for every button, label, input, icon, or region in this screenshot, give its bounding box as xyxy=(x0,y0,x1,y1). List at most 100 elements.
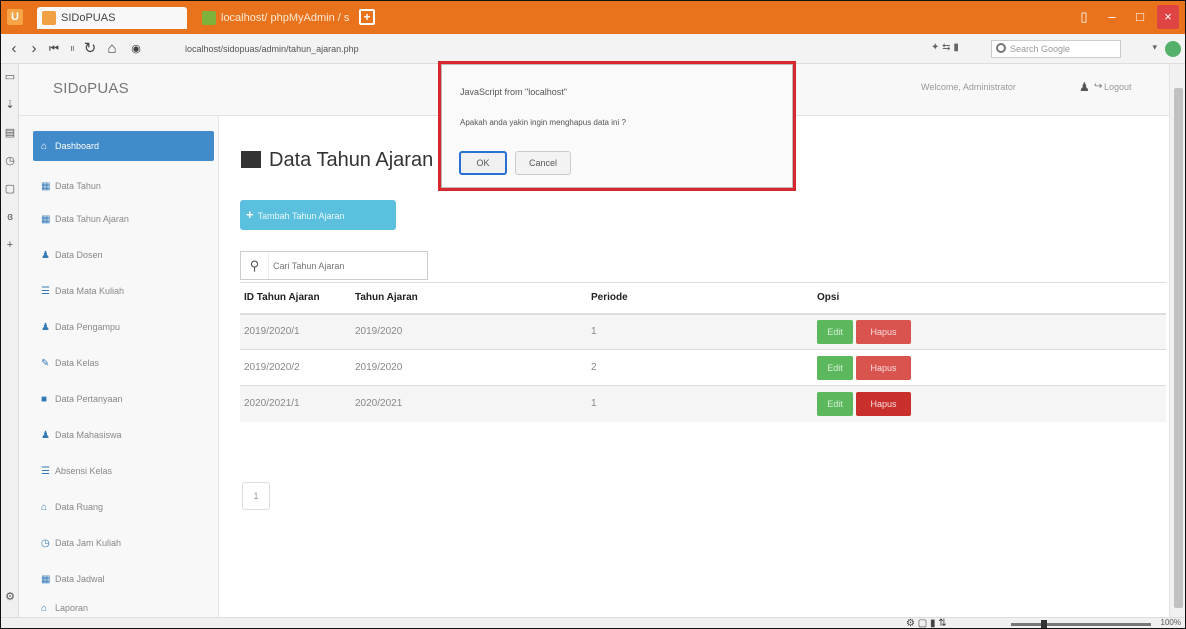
sidebar-item-data-mahasiswa[interactable]: ♟ Data Mahasiswa xyxy=(33,419,214,451)
address-actions[interactable]: ✦ ⇆ ▮ xyxy=(931,42,959,53)
minimize-button[interactable]: – xyxy=(1101,5,1123,29)
zoom-level: 100% xyxy=(1160,618,1181,627)
page-title: Data Tahun Ajaran xyxy=(241,149,433,172)
user-icon[interactable]: ♟ xyxy=(1079,80,1090,94)
pagination-page-1[interactable]: 1 xyxy=(242,482,270,510)
extension-icon[interactable] xyxy=(1165,41,1181,57)
search-icon xyxy=(996,43,1006,53)
add-panel-icon[interactable]: + xyxy=(4,238,16,252)
sidebar-item-label: Absensi Kelas xyxy=(55,466,113,476)
settings-icon[interactable]: ⚙ xyxy=(4,590,16,604)
web-panel-icon[interactable]: ɞ xyxy=(4,210,16,224)
sidebar-item-data-pengampu[interactable]: ♟ Data Pengampu xyxy=(33,311,214,343)
sidebar-item-dashboard[interactable]: ⌂ Dashboard xyxy=(33,131,214,161)
plus-icon: + xyxy=(246,207,254,222)
table-cell: 1 xyxy=(587,385,813,422)
home-icon: ⌂ xyxy=(41,502,48,513)
page-scrollbar[interactable] xyxy=(1169,64,1185,617)
chevron-down-icon[interactable]: ▾ xyxy=(1152,42,1157,53)
add-tahun-ajaran-button[interactable]: + Tambah Tahun Ajaran xyxy=(240,200,396,230)
edit-button[interactable]: Edit xyxy=(817,319,853,344)
search-input[interactable] xyxy=(273,257,423,274)
history-icon[interactable]: ⏮ xyxy=(45,39,63,59)
url-field[interactable]: localhost/sidopuas/admin/tahun_ajaran.ph… xyxy=(185,41,485,57)
dialog-title: JavaScript from "localhost" xyxy=(460,87,567,97)
home-icon: ⌂ xyxy=(41,141,48,152)
column-header: Periode xyxy=(587,282,813,315)
close-button[interactable]: × xyxy=(1157,5,1179,29)
user-icon: ♟ xyxy=(41,430,50,441)
table-icon: ▦ xyxy=(41,214,51,225)
table-cell: 2019/2020 xyxy=(351,349,587,386)
zoom-slider-handle[interactable] xyxy=(1041,620,1047,628)
tahun-ajaran-table: ID Tahun Ajaran Tahun Ajaran Periode Ops… xyxy=(240,282,1166,422)
book-icon: ■ xyxy=(41,394,48,405)
list-icon: ☰ xyxy=(41,286,50,297)
sidebar-item-data-kelas[interactable]: ✎ Data Kelas xyxy=(33,347,214,379)
sidebar-item-data-tahun[interactable]: ▦ Data Tahun xyxy=(33,170,214,202)
forward-icon[interactable]: › xyxy=(25,39,43,59)
column-header: Tahun Ajaran xyxy=(351,282,587,315)
sidebar-item-data-jam-kuliah[interactable]: ◷ Data Jam Kuliah xyxy=(33,527,214,559)
search-group: ⚲ xyxy=(240,251,428,280)
reload-icon[interactable]: ↻ xyxy=(81,39,99,59)
sidebar-item-data-ruang[interactable]: ⌂ Data Ruang xyxy=(33,491,214,523)
delete-button[interactable]: Hapus xyxy=(856,391,911,416)
sidebar-item-data-mata-kuliah[interactable]: ☰ Data Mata Kuliah xyxy=(33,275,214,307)
table-cell: 1 xyxy=(587,313,813,350)
table-row: 2019/2020/2 2019/2020 2 Edit Hapus xyxy=(240,349,1166,386)
sidebar-item-label: Data Tahun Ajaran xyxy=(55,214,129,224)
sidebar-item-label: Data Jadwal xyxy=(55,574,105,584)
back-icon[interactable]: ‹ xyxy=(5,39,23,59)
sidebar-item-data-tahun-ajaran[interactable]: ▦ Data Tahun Ajaran xyxy=(33,203,214,235)
zoom-slider[interactable] xyxy=(1011,623,1151,626)
confirm-dialog: JavaScript from "localhost" Apakah anda … xyxy=(438,61,796,191)
edit-button[interactable]: Edit xyxy=(817,391,853,416)
sidebar-item-label: Data Pertanyaan xyxy=(55,394,123,404)
user-icon: ♟ xyxy=(41,322,50,333)
browser-logo-icon[interactable]: U xyxy=(7,9,23,25)
delete-button[interactable]: Hapus xyxy=(856,355,911,380)
notes-icon[interactable]: ▤ xyxy=(4,126,16,140)
table-icon: ▦ xyxy=(41,574,51,585)
table-row: 2019/2020/1 2019/2020 1 Edit Hapus xyxy=(240,313,1166,350)
browser-tab-inactive[interactable]: localhost/ phpMyAdmin / sidopuas xyxy=(197,7,349,29)
sidebar-item-label: Data Dosen xyxy=(55,250,103,260)
browser-side-panel: ▭ ⇣ ▤ ◷ ▢ ɞ + ⚙ xyxy=(1,64,19,628)
app-brand[interactable]: SIDoPUAS xyxy=(53,80,129,97)
sidebar-item-data-jadwal[interactable]: ▦ Data Jadwal xyxy=(33,563,214,595)
bookmark-icon[interactable]: ▭ xyxy=(4,70,16,84)
site-info-icon[interactable]: ◉ xyxy=(127,39,145,59)
sidebar-item-absensi-kelas[interactable]: ☰ Absensi Kelas xyxy=(33,455,214,487)
download-icon[interactable]: ⇣ xyxy=(4,98,16,112)
table-cell: 2019/2020/1 xyxy=(240,313,351,350)
sidebar-item-data-pertanyaan[interactable]: ■ Data Pertanyaan xyxy=(33,383,214,415)
window-panel-icon[interactable]: ▢ xyxy=(4,182,16,196)
browser-search-input[interactable]: Search Google xyxy=(991,40,1121,58)
logout-link[interactable]: Logout xyxy=(1104,82,1132,92)
status-icons[interactable]: ⚙ ▢ ▮ ⇅ xyxy=(906,618,947,628)
dialog-ok-button[interactable]: OK xyxy=(459,151,507,175)
edit-button[interactable]: Edit xyxy=(817,355,853,380)
new-tab-button[interactable]: + xyxy=(359,9,375,25)
table-cell: 2020/2021 xyxy=(351,385,587,422)
table-icon: ▦ xyxy=(41,181,51,192)
tab-label: localhost/ phpMyAdmin / sidopuas xyxy=(221,12,349,24)
dialog-cancel-button[interactable]: Cancel xyxy=(515,151,571,175)
table-header-row: ID Tahun Ajaran Tahun Ajaran Periode Ops… xyxy=(240,282,1166,315)
delete-button[interactable]: Hapus xyxy=(856,319,911,344)
scrollbar-thumb[interactable] xyxy=(1174,88,1183,608)
pin-icon[interactable]: ▯ xyxy=(1073,5,1095,29)
history-panel-icon[interactable]: ◷ xyxy=(4,154,16,168)
home-icon[interactable]: ⌂ xyxy=(103,39,121,59)
address-bar: ‹ › ⏮ ॥ ↻ ⌂ ◉ localhost/sidopuas/admin/t… xyxy=(1,34,1185,64)
pause-icon[interactable]: ॥ xyxy=(63,39,81,59)
tab-label: SIDoPUAS xyxy=(61,12,116,24)
sidebar-item-data-dosen[interactable]: ♟ Data Dosen xyxy=(33,239,214,271)
user-greeting: Welcome, Administrator xyxy=(921,82,1016,92)
sidebar-item-label: Dashboard xyxy=(55,141,100,151)
browser-tab-active[interactable]: SIDoPUAS xyxy=(37,7,187,29)
sidebar-item-label: Laporan xyxy=(55,603,89,613)
maximize-button[interactable]: □ xyxy=(1129,5,1151,29)
sidebar-item-laporan[interactable]: ⌂ Laporan xyxy=(33,599,214,617)
